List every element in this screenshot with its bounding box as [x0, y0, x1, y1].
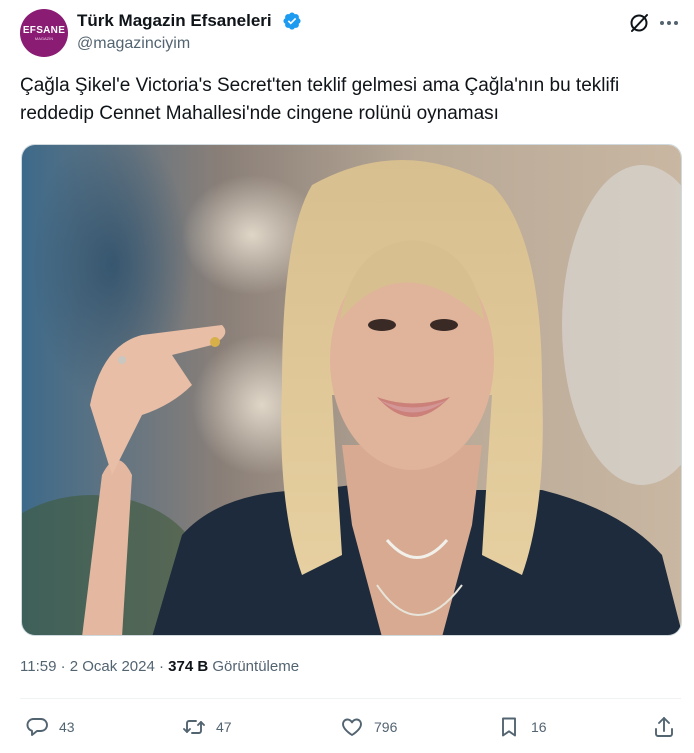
- views-count: 374 B: [168, 658, 209, 675]
- more-icon[interactable]: [657, 11, 681, 35]
- like-count: 796: [374, 719, 398, 735]
- tweet-photo[interactable]: [21, 144, 682, 636]
- reply-count: 43: [59, 719, 75, 735]
- retweet-button[interactable]: 47: [182, 714, 232, 740]
- avatar[interactable]: EFSANE MAGAZİN: [20, 9, 68, 57]
- bookmark-count: 16: [531, 719, 547, 735]
- photo-illustration: [22, 145, 681, 635]
- reply-button[interactable]: 43: [25, 714, 75, 740]
- verified-badge-icon: [283, 12, 301, 30]
- author-handle[interactable]: @magazinciyim: [77, 35, 190, 53]
- author-display-name[interactable]: Türk Magazin Efsaneleri: [77, 11, 272, 31]
- share-icon: [655, 717, 673, 737]
- views-label: Görüntüleme: [208, 658, 300, 675]
- avatar-logo-subtext: MAGAZİN: [34, 35, 54, 41]
- divider: [20, 698, 681, 699]
- share-button[interactable]: [652, 714, 676, 740]
- tweet-text: Çağla Şikel'e Victoria's Secret'ten tekl…: [20, 75, 620, 124]
- reply-icon: [26, 718, 48, 736]
- retweet-icon: [183, 720, 205, 734]
- like-button[interactable]: 796: [340, 714, 397, 740]
- heart-icon: [342, 718, 362, 736]
- retweet-count: 47: [216, 719, 232, 735]
- tweet-meta: 11:59 · 2 Ocak 2024 · 374 B Görüntüleme: [20, 658, 299, 675]
- bookmark-icon: [502, 717, 516, 737]
- tweet-timestamp[interactable]: 11:59 · 2 Ocak 2024 ·: [20, 658, 168, 675]
- bookmark-button[interactable]: 16: [497, 714, 547, 740]
- avatar-logo-text: EFSANE: [22, 24, 66, 36]
- grok-icon[interactable]: [627, 11, 651, 35]
